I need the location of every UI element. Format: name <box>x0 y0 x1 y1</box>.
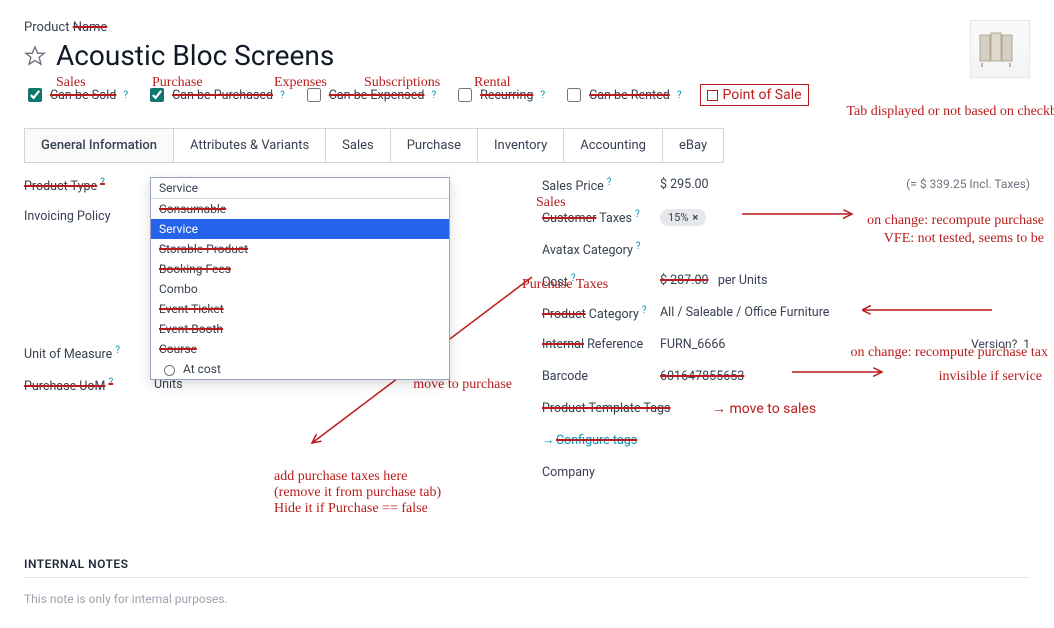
tab-sales[interactable]: Sales <box>326 129 391 162</box>
annot-recompute-1: on change: recompute purchase <box>867 213 1044 229</box>
dd-storable[interactable]: Storable Product <box>151 239 449 259</box>
tab-ebay[interactable]: eBay <box>663 129 723 162</box>
product-type-dropdown: Service Consumable Service Storable Prod… <box>150 177 450 380</box>
tab-accounting[interactable]: Accounting <box>564 129 663 162</box>
avatax-label: Avatax Category? <box>542 241 660 258</box>
can-be-expensed-check[interactable]: Can be Expensed? <box>303 85 436 105</box>
product-image[interactable] <box>970 20 1030 78</box>
sales-price-value[interactable]: $ 295.00 <box>660 177 826 192</box>
sales-price-label: Sales Price? <box>542 177 660 194</box>
internal-ref-label: Internal Reference <box>542 337 660 352</box>
breadcrumb: Product Name <box>24 20 334 35</box>
cost-value[interactable]: $ 287.00 <box>660 273 709 288</box>
product-flags-row: Can be Sold? Can be Purchased? Can be Ex… <box>24 84 1030 106</box>
annot-add-ptax-3: Hide it if Purchase == false <box>274 501 512 517</box>
annot-add-ptax-2: (remove it from purchase tab) <box>274 485 512 501</box>
can-be-purchased-check[interactable]: Can be Purchased? <box>146 85 285 105</box>
configure-tags-arrow-icon: → <box>542 433 556 448</box>
dd-combo[interactable]: Combo <box>151 279 449 299</box>
recurring-check[interactable]: Recurring? <box>454 85 545 105</box>
configure-tags-link[interactable]: Configure tags <box>556 433 1030 448</box>
dd-event-booth[interactable]: Event Booth <box>151 319 449 339</box>
incl-taxes: (= $ 339.25 Incl. Taxes) <box>906 177 1030 191</box>
favorite-star-icon[interactable] <box>24 45 46 67</box>
dd-consumable[interactable]: Consumable <box>151 199 449 219</box>
uom-label: Unit of Measure? <box>24 345 142 362</box>
annot-recompute-2: VFE: not tested, seems to be <box>884 231 1044 247</box>
product-category-label: Product Category? <box>542 305 660 322</box>
annot-pos: Point of Sale <box>700 84 809 106</box>
dd-service[interactable]: Service <box>151 219 449 239</box>
dd-booking-fees[interactable]: Booking Fees <box>151 259 449 279</box>
annot-recompute-tax: on change: recompute purchase tax <box>851 345 1048 361</box>
can-be-sold-check[interactable]: Can be Sold? <box>24 85 128 105</box>
ptt-label: Product Template Tags <box>542 401 702 416</box>
dd-event-ticket[interactable]: Event Ticket <box>151 299 449 319</box>
can-be-rented-check[interactable]: Can be Rented? <box>563 85 681 105</box>
annot-move-sales: → move to sales <box>712 401 816 418</box>
customer-taxes-tag[interactable]: 15%× <box>660 209 706 226</box>
internal-notes-input[interactable]: This note is only for internal purposes. <box>24 592 1030 606</box>
dd-radio-atcost[interactable]: At cost <box>151 359 449 379</box>
dropdown-current[interactable]: Service <box>151 178 449 199</box>
annot-purchase-taxes: Purchase Taxes <box>522 277 608 293</box>
product-category-value[interactable]: All / Saleable / Office Furniture <box>660 305 1030 320</box>
barcode-value[interactable]: 601647855653 <box>660 369 744 384</box>
product-type-label: Product Type? <box>24 177 142 194</box>
company-label: Company <box>542 465 660 480</box>
dd-course[interactable]: Course <box>151 339 449 359</box>
barcode-label: Barcode <box>542 369 660 384</box>
tab-purchase[interactable]: Purchase <box>391 129 478 162</box>
tab-general[interactable]: General Information <box>25 129 174 162</box>
annot-invisible-service: invisible if service <box>939 369 1042 385</box>
annot-tab-note: Tab displayed or not based on checkbo <box>846 104 1054 120</box>
tab-inventory[interactable]: Inventory <box>478 129 564 162</box>
tab-attributes[interactable]: Attributes & Variants <box>174 129 326 162</box>
page-title: Acoustic Bloc Screens <box>56 39 334 72</box>
invoicing-policy-label: Invoicing Policy <box>24 209 142 224</box>
remove-tax-icon: × <box>692 211 698 224</box>
annot-add-ptax-1: add purchase taxes here <box>274 469 512 485</box>
tab-bar: General Information Attributes & Variant… <box>24 128 724 163</box>
internal-notes-header: INTERNAL NOTES <box>24 557 1030 578</box>
customer-taxes-label: Customer Taxes? <box>542 209 660 226</box>
purchase-uom-label: Purchase UoM? <box>24 377 142 394</box>
